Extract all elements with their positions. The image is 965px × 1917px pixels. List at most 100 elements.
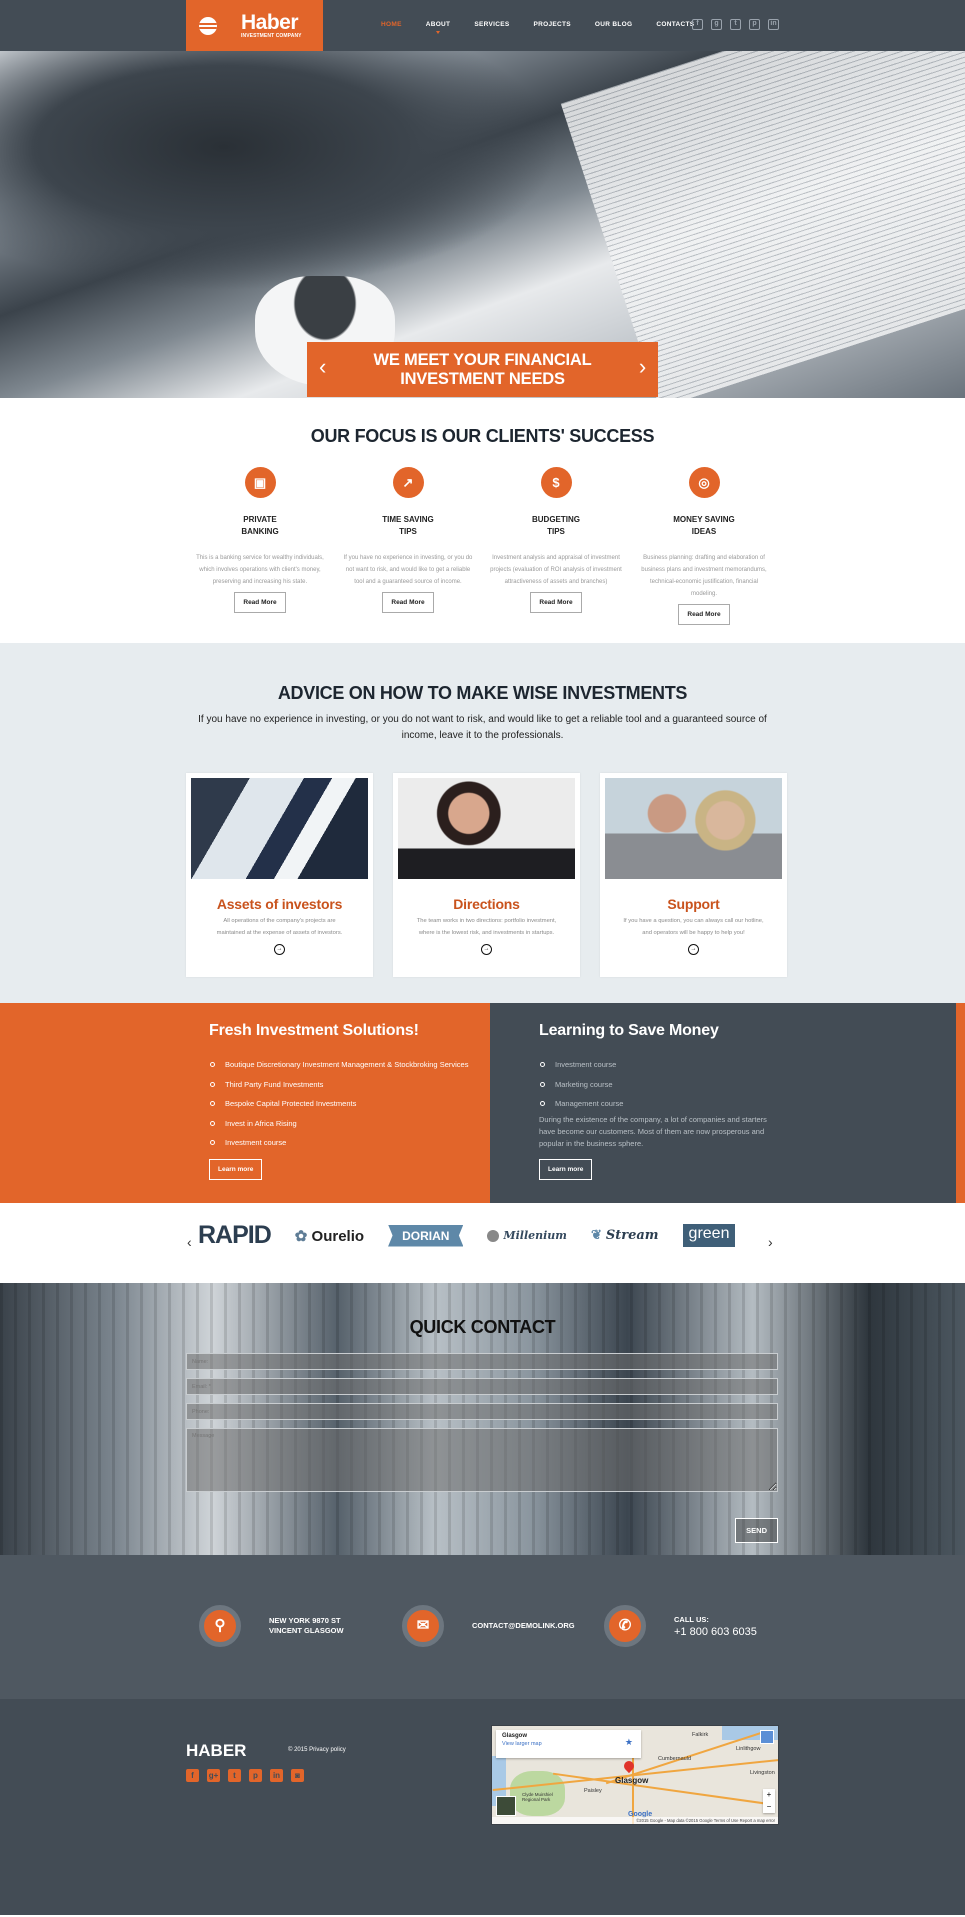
arrow-circle-icon[interactable]: → — [688, 944, 699, 955]
slider-next-button[interactable]: › — [639, 356, 646, 378]
list-item[interactable]: Bespoke Capital Protected Investments — [209, 1094, 468, 1114]
footer-copyright[interactable]: © 2015 Privacy policy — [288, 1747, 346, 1753]
nav-about[interactable]: ABOUT — [426, 21, 451, 34]
embedded-map[interactable]: Falkirk Linlithgow Cumbernauld Livingsto… — [491, 1725, 779, 1825]
site-footer: HABER © 2015 Privacy policy f g+ t p in … — [0, 1699, 965, 1915]
brand-name: Haber — [241, 10, 299, 34]
map-pin-icon: ⚲ — [199, 1605, 241, 1647]
card-text: If you have a question, you can always c… — [623, 918, 764, 936]
read-more-button[interactable]: Read More — [530, 592, 582, 613]
card-title[interactable]: Assets of investors — [191, 896, 368, 912]
star-icon[interactable]: ★ — [625, 1737, 633, 1748]
brand-logo[interactable]: Haber INVESTMENT COMPANY — [186, 0, 323, 51]
arrow-circle-icon[interactable]: → — [274, 944, 285, 955]
address-info: ⚲ NEW YORK 9870 ST VINCENT GLASGOW — [199, 1605, 344, 1647]
name-field[interactable] — [186, 1353, 778, 1370]
list-item[interactable]: Management course — [539, 1094, 623, 1114]
list-item[interactable]: Third Party Fund Investments — [209, 1075, 468, 1095]
feature-title: MONEY SAVING IDEAS — [630, 514, 778, 538]
call-us-label: CALL US: — [674, 1615, 709, 1624]
list-item[interactable]: Boutique Discretionary Investment Manage… — [209, 1055, 468, 1075]
slider-prev-button[interactable]: ‹ — [319, 356, 326, 378]
feature-title-line1: MONEY SAVING — [673, 515, 735, 524]
address-line1: NEW YORK 9870 ST — [269, 1616, 341, 1625]
nav-our-blog[interactable]: OUR BLOG — [595, 21, 632, 28]
arrow-circle-icon[interactable]: → — [481, 944, 492, 955]
partner-logo-millenium[interactable]: Millenium — [487, 1229, 567, 1242]
feature-item: ▣ PRIVATE BANKING This is a banking servi… — [186, 467, 334, 625]
pinterest-icon[interactable]: p — [249, 1769, 262, 1782]
linkedin-icon[interactable]: in — [768, 19, 779, 30]
carousel-prev-button[interactable]: ‹ — [187, 1234, 192, 1250]
contact-email[interactable]: CONTACT@DEMOLINK.ORG — [472, 1621, 575, 1631]
facebook-icon[interactable]: f — [186, 1769, 199, 1782]
flower-icon: ✿ — [294, 1227, 308, 1245]
feature-title-line1: TIME SAVING — [382, 515, 434, 524]
card-title[interactable]: Support — [605, 896, 782, 912]
quick-contact-section: QUICK CONTACT SEND — [0, 1283, 965, 1555]
nav-contacts[interactable]: CONTACTS — [656, 21, 694, 28]
businessmen-handshake-photo — [191, 778, 368, 879]
feature-item: ↗ TIME SAVING TIPS If you have no experie… — [334, 467, 482, 625]
contact-form: SEND — [186, 1353, 778, 1543]
feature-title: PRIVATE BANKING — [186, 514, 334, 538]
feature-list: ▣ PRIVATE BANKING This is a banking servi… — [186, 467, 778, 625]
phone-number[interactable]: +1 800 603 6035 — [674, 1627, 757, 1638]
read-more-button[interactable]: Read More — [382, 592, 434, 613]
instagram-icon[interactable]: ◙ — [291, 1769, 304, 1782]
save-money-text: During the existence of the company, a l… — [539, 1115, 767, 1148]
list-item[interactable]: Investment course — [209, 1133, 468, 1153]
fresh-solutions-list: Boutique Discretionary Investment Manage… — [209, 1055, 468, 1153]
read-more-button[interactable]: Read More — [678, 604, 730, 625]
save-money-title: Learning to Save Money — [539, 1022, 719, 1039]
partner-logo-green[interactable]: green — [682, 1224, 736, 1247]
satellite-toggle[interactable] — [496, 1796, 516, 1816]
google-plus-icon[interactable]: g — [711, 19, 722, 30]
partner-logo-rapid[interactable]: RAPID — [198, 1221, 272, 1250]
partner-logo-stream[interactable]: ❦ Stream — [591, 1228, 659, 1243]
linkedin-icon[interactable]: in — [270, 1769, 283, 1782]
advice-title: ADVICE ON HOW TO MAKE WISE INVESTMENTS — [277, 683, 688, 703]
partner-logo-ourelio-text: Ourelio — [311, 1227, 365, 1245]
zoom-out-button[interactable]: − — [763, 1801, 775, 1813]
smiling-couple-photo — [605, 778, 782, 879]
list-item[interactable]: Marketing course — [539, 1075, 623, 1095]
street-view-icon[interactable] — [760, 1730, 774, 1744]
feature-title-line2: BANKING — [241, 527, 279, 536]
feature-title-line2: TIPS — [547, 527, 565, 536]
nav-projects[interactable]: PROJECTS — [533, 21, 570, 28]
carousel-next-button[interactable]: › — [768, 1234, 773, 1250]
message-field[interactable] — [186, 1428, 778, 1492]
focus-section: OUR FOCUS IS OUR CLIENTS' SUCCESS ▣ PRIV… — [0, 398, 965, 643]
feature-text: Business planning: drafting and elaborat… — [641, 555, 767, 597]
nav-home[interactable]: HOME — [381, 21, 402, 28]
email-field[interactable] — [186, 1378, 778, 1395]
google-plus-icon[interactable]: g+ — [207, 1769, 220, 1782]
facebook-icon[interactable]: f — [692, 19, 703, 30]
partner-logo-dorian[interactable]: DORIAN — [388, 1224, 464, 1247]
card-text: All operations of the company's projects… — [216, 918, 343, 936]
footer-social-links: f g+ t p in ◙ — [186, 1769, 304, 1782]
card-title[interactable]: Directions — [398, 896, 575, 912]
advice-card: Directions The team works in two directi… — [393, 773, 580, 977]
brand-tagline: INVESTMENT COMPANY — [241, 32, 302, 39]
learn-more-button[interactable]: Learn more — [539, 1159, 593, 1180]
twitter-icon[interactable]: t — [730, 19, 741, 30]
view-larger-map-link[interactable]: View larger map — [502, 1741, 635, 1747]
zoom-in-button[interactable]: + — [763, 1789, 775, 1801]
phone-field[interactable] — [186, 1403, 778, 1420]
partner-logo-ourelio[interactable]: ✿ Ourelio — [295, 1227, 364, 1245]
learn-more-button[interactable]: Learn more — [209, 1159, 263, 1180]
map-place-card: Glasgow View larger map ★ — [496, 1730, 641, 1758]
map-label: Livingston — [750, 1770, 775, 1776]
map-label: Cumbernauld — [658, 1756, 692, 1762]
twitter-icon[interactable]: t — [228, 1769, 241, 1782]
list-item[interactable]: Investment course — [539, 1055, 623, 1075]
read-more-button[interactable]: Read More — [234, 592, 286, 613]
feature-title-line2: IDEAS — [691, 527, 717, 536]
list-item[interactable]: Invest in Africa Rising — [209, 1114, 468, 1134]
nav-services[interactable]: SERVICES — [474, 21, 509, 28]
send-button[interactable]: SEND — [735, 1518, 778, 1543]
pinterest-icon[interactable]: p — [749, 19, 760, 30]
footer-brand: HABER — [186, 1741, 247, 1760]
